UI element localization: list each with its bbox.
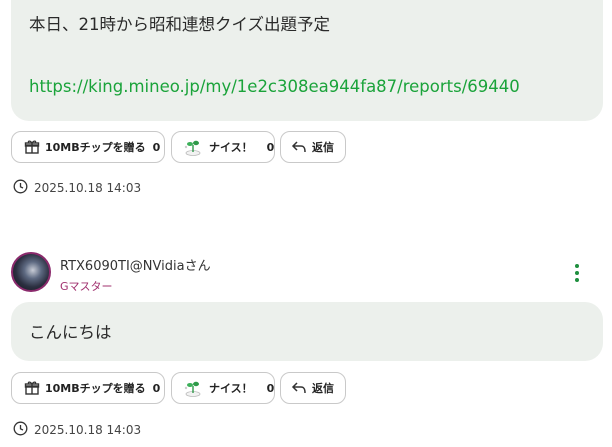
reply-button[interactable]: 返信 xyxy=(280,372,346,404)
nice-plant-icon xyxy=(182,379,204,397)
author-name[interactable]: RTX6090TI@NVidiaさん xyxy=(60,255,211,274)
reply-arrow-icon xyxy=(291,381,307,395)
reply-button[interactable]: 返信 xyxy=(280,131,346,163)
timestamp-text: 2025.10.18 14:03 xyxy=(34,181,142,195)
nice-button-label: ナイス！ xyxy=(209,141,253,154)
gift-button-label: 10MBチップを贈る xyxy=(45,382,146,395)
gift-button[interactable]: 10MBチップを贈る 0 xyxy=(11,372,165,404)
nice-plant-icon xyxy=(182,138,204,156)
nice-button[interactable]: ナイス！ 0 xyxy=(171,131,275,163)
avatar[interactable] xyxy=(11,252,51,292)
gift-icon xyxy=(24,380,40,396)
gift-button[interactable]: 10MBチップを贈る 0 xyxy=(11,131,165,163)
gift-button-label: 10MBチップを贈る xyxy=(45,141,146,154)
gift-count: 0 xyxy=(152,381,161,395)
reply-arrow-icon xyxy=(291,140,307,154)
post-body-text: 本日、21時から昭和連想クイズ出題予定 xyxy=(29,15,331,34)
post-bubble: こんにちは xyxy=(11,302,603,361)
clock-icon xyxy=(13,421,28,439)
timestamp-text: 2025.10.18 14:03 xyxy=(34,423,142,437)
post-timestamp: 2025.10.18 14:03 xyxy=(13,421,141,439)
post-bubble: 本日、21時から昭和連想クイズ出題予定 https://king.mineo.j… xyxy=(11,0,603,121)
post-timestamp: 2025.10.18 14:03 xyxy=(13,179,141,197)
nice-button[interactable]: ナイス！ 0 xyxy=(171,372,275,404)
clock-icon xyxy=(13,179,28,197)
kebab-menu-icon[interactable] xyxy=(570,264,584,282)
author-rank: Gマスター xyxy=(60,280,113,293)
reply-button-label: 返信 xyxy=(312,141,334,154)
nice-button-label: ナイス！ xyxy=(209,382,253,395)
nice-count: 0 xyxy=(266,381,275,395)
post-link[interactable]: https://king.mineo.jp/my/1e2c308ea944fa8… xyxy=(29,77,520,96)
nice-count: 0 xyxy=(266,140,275,154)
post-body-text: こんにちは xyxy=(29,323,112,342)
gift-count: 0 xyxy=(152,140,161,154)
gift-icon xyxy=(24,139,40,155)
reply-button-label: 返信 xyxy=(312,382,334,395)
